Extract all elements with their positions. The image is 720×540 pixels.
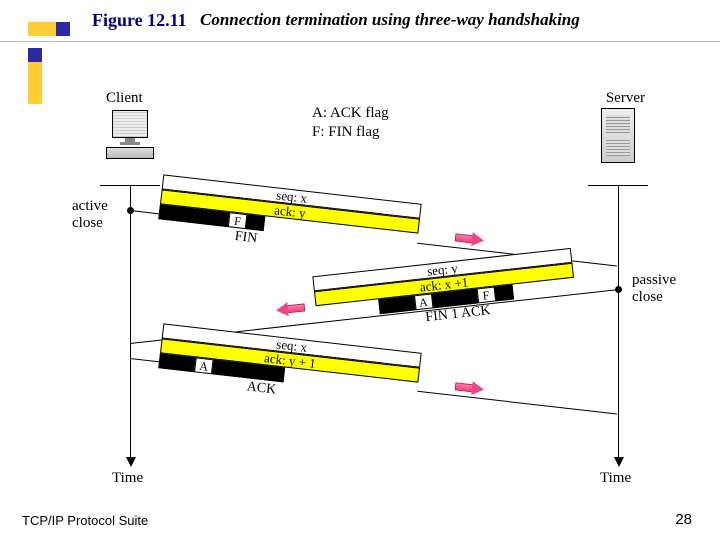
server-timeline [618,185,619,465]
server-icon [601,108,635,163]
fin-name: FIN [234,229,258,247]
passive-close-label: passiveclose [632,272,676,306]
arrow-fin [454,230,485,247]
page-number: 28 [675,511,692,528]
flag-legend: A: ACK flag F: FIN flag [312,104,389,142]
segment-ack: seq: x ack: y + 1 A ACK [158,323,421,397]
legend-ack: A: ACK flag [312,104,389,123]
active-close-label: activeclose [72,198,108,232]
server-top-tick [588,185,648,186]
client-top-tick [100,185,160,186]
arrow-finack [274,300,305,317]
figure-number: Figure 12.11 [92,10,187,31]
diagram: Client Server A: ACK flag F: FIN flag ac… [60,90,665,480]
client-timeline [130,185,131,465]
client-icon [100,110,160,160]
footer-title: TCP/IP Protocol Suite [22,513,148,528]
server-label: Server [606,90,645,107]
client-label: Client [106,90,143,107]
time-label-right: Time [600,470,631,487]
segment-fin: seq: x ack: y F FIN [158,174,421,248]
segment-finack: seq: y ack: x +1 A F FIN 1 ACK [312,248,575,321]
arrow-ack [454,379,485,396]
legend-fin: F: FIN flag [312,123,389,142]
time-label-left: Time [112,470,143,487]
figure-title: Connection termination using three-way h… [200,10,580,30]
ack-name: ACK [246,379,277,398]
